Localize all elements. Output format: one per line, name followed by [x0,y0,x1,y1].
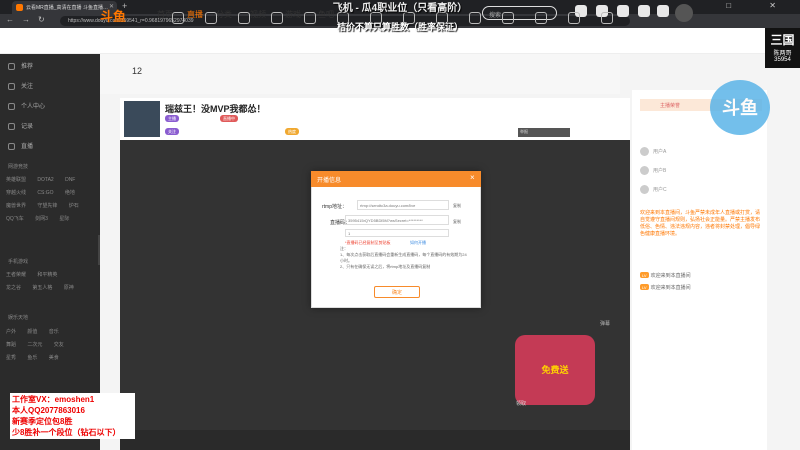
clock-icon [8,122,15,130]
level-badge: LV [640,284,649,290]
stream-title-overlay: 飞机 - 瓜4职业位（只看高阶） [332,3,468,14]
category-bar [100,54,620,94]
danmaku-toggle[interactable]: 弹幕 [600,320,610,327]
contact-line: 少8胜补一个段位（钻石以下） [12,428,121,437]
copy-rtmp-button[interactable]: 复制 [453,203,461,209]
sidebar-section-title: 娱乐天地 [8,315,29,321]
sidebar-label: 记录 [21,124,34,130]
site-logo[interactable]: 斗鱼 [100,6,126,25]
room-title: 瑞兹王！没MVP我都怂！ [165,104,266,114]
promo-button[interactable]: 领取 [516,400,526,407]
note-line: 1、每次点击获取后直播码会重新生成直播码，每个直播码的有效期为24小时。 [340,252,467,263]
right-panel [632,90,767,450]
sidebar-category-row[interactable]: 英雄联盟 DOTA2 DNF [6,176,75,183]
sidebar-item-follow[interactable]: 关注 [8,81,33,90]
sidebar-item-recommend[interactable]: 推荐 [8,61,33,70]
chat-text: 欢迎来到本直播间 [650,285,691,291]
copy-code-button[interactable]: 复制 [453,219,461,225]
user-name: 用户A [653,148,667,155]
user-avatar [640,166,649,175]
heat-badge: 热度 [285,128,299,135]
message-icon[interactable] [617,5,629,17]
sidebar-section-title: 手机游戏 [8,259,29,265]
stream-code-field[interactable]: 3595415rQYD5BDl5M?wsSecret=********* [345,215,449,225]
sidebar-category-row[interactable]: 舞蹈 二次元 交友 [6,341,64,348]
nav-item-category[interactable]: 分类 [216,9,232,20]
contact-line: 本人QQ2077863016 [12,406,85,415]
anchor-avatar[interactable] [124,101,160,137]
sidebar-section-title: 网游竞技 [8,164,29,170]
corner-line1: 三国 [770,33,795,47]
site-watermark: 斗鱼 [710,80,770,135]
chat-line: LV 欢迎来到本直播间 [640,272,764,280]
category-icon[interactable] [601,12,613,24]
dialog-title: 开播信息 [311,171,481,187]
sidebar-label: 个人中心 [21,104,46,110]
line-select[interactable]: 1 [345,229,449,237]
heart-icon [8,62,15,70]
nav-item-home[interactable]: 首页 [157,9,173,20]
sidebar-category-row[interactable]: QQ飞车 剑网3 星际 [6,215,69,222]
follow-icon [8,82,15,90]
corner-line3: 35954 [774,57,791,63]
download-icon[interactable] [657,5,669,17]
user-name: 用户B [653,167,667,174]
rtmp-label: rtmp地址： [322,204,348,210]
sidebar-label: 推荐 [21,64,34,70]
anchor-badge: 主播 [165,115,179,122]
sidebar-category-row[interactable]: 户外 颜值 音乐 [6,328,59,335]
promo-banner[interactable]: 免费送 [515,335,595,405]
tab-title: 云看MR直播_高清在直播 斗鱼直播… [26,5,108,11]
confirm-button[interactable]: 确定 [374,286,420,298]
contact-overlay: 工作室VX：emoshen1 本人QQ2077863016 新赛季定位包8胜 少… [10,393,135,439]
category-icon[interactable] [238,12,250,24]
favicon-icon [16,4,23,11]
category-icon[interactable] [205,12,217,24]
sidebar-category-row[interactable]: 龙之谷 第五人格 原神 [6,284,74,291]
rtmp-field[interactable]: rtmp://sendtc3a.douyu.com/live [357,200,449,210]
level-badge: LV [640,272,649,278]
category-icon[interactable] [172,12,184,24]
note-line: 2、只有在确保无误之后，将rtmp地址及直播码复制 [340,264,431,269]
sidebar-category-row[interactable]: 魔兽世界 守望先锋 炉石 [6,202,79,209]
corner-logo: 三国 陈两哥 35954 [765,28,800,68]
sidebar-item-live[interactable]: 直播 [8,141,33,150]
follow-badge[interactable]: 关注 [165,128,179,135]
contact-line: 新赛季定位包8胜 [12,417,73,426]
chat-line: LV 欢迎来到本直播间 [640,284,764,292]
contact-line: 工作室VX：emoshen1 [12,395,95,404]
upload-icon[interactable] [638,5,650,17]
rank-user[interactable]: 用户A [640,147,666,156]
rank-user[interactable]: 用户C [640,185,667,194]
sidebar-item-profile[interactable]: 个人中心 [8,101,45,110]
gift-bar [120,430,630,450]
left-sidebar [0,54,100,450]
sidebar-label: 关注 [21,84,34,90]
user-avatar [640,185,649,194]
sidebar-category-row[interactable]: 星秀 鱼乐 美食 [6,354,59,361]
sidebar-label: 直播 [21,144,34,150]
count-badge: 12 [132,66,143,76]
sidebar-category-row[interactable]: 王者荣耀 和平精英 [6,271,57,278]
category-icon[interactable] [568,12,580,24]
live-icon [8,142,15,150]
report-button[interactable]: 举报 [518,128,570,137]
user-icon [8,102,15,110]
live-badge: 直播中 [220,115,238,122]
user-avatar[interactable] [675,4,693,22]
close-icon[interactable]: × [470,173,475,182]
user-name: 用户C [653,186,667,193]
user-avatar [640,147,649,156]
rank-user[interactable]: 用户B [640,166,666,175]
window-controls[interactable]: — □ ✕ [680,1,794,10]
nav-buttons[interactable]: ←→↻ [6,15,53,24]
sidebar-category-row[interactable]: 穿越火线 CS:GO 绝地 [6,189,75,196]
nav-item-live[interactable]: 直播 [187,9,203,20]
dialog-notes: 注： 1、每次点击获取后直播码会重新生成直播码，每个直播码的有效期为24小时。 … [340,246,470,270]
promo-text: 免费送 [541,365,569,375]
system-notice: 欢迎来到本直播间，斗鱼严禁未成年人直播或打赏，请自觉遵守直播间规则，弘扬社会正能… [640,210,761,237]
stream-subtitle-overlay: 桔价不算只算胜数（胜率保证） [336,22,463,32]
chat-text: 欢迎来到本直播间 [650,273,691,279]
sidebar-item-history[interactable]: 记录 [8,121,33,130]
